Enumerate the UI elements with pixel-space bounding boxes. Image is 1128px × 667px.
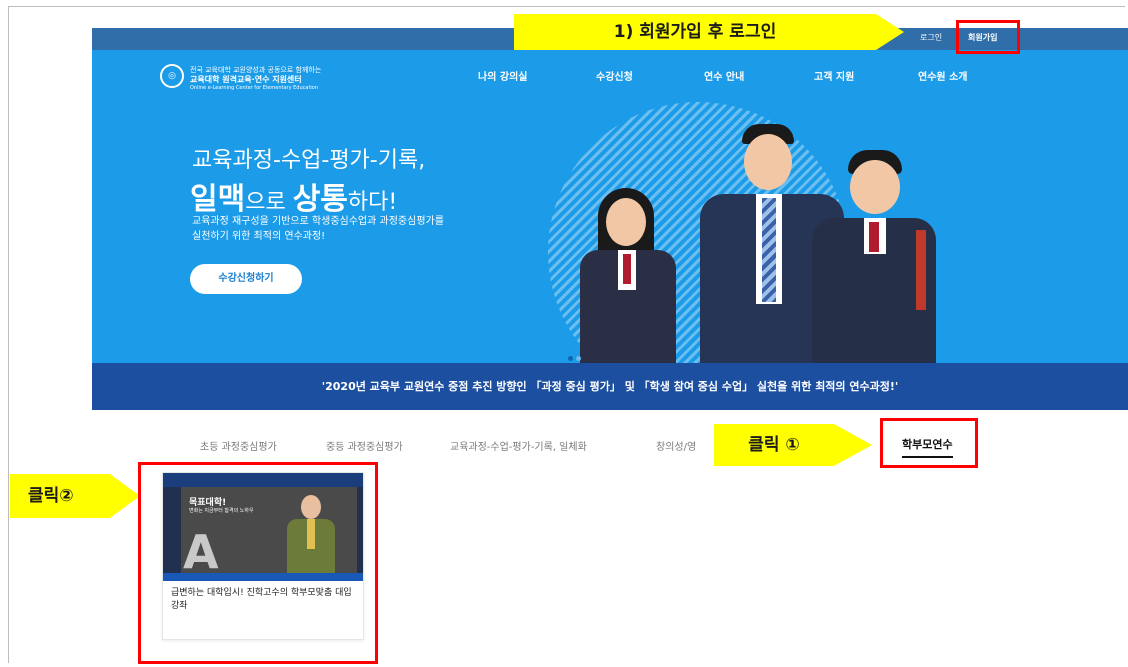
site-logo-text[interactable]: 전국 교육대학 교원양성과 공동으로 함께하는 교육대학 원격교육·연수 지원센… [190,66,321,93]
nav-my-classroom[interactable]: 나의 강의실 [478,68,527,83]
tab-elementary-assessment[interactable]: 초등 과정중심평가 [200,438,277,453]
parent-tab-highlight-box [880,418,978,468]
login-link[interactable]: 로그인 [920,32,942,43]
hero-banner-text: '2020년 교육부 교원연수 중점 추진 방향인 「과정 중심 평가」 및 「… [92,363,1128,410]
nav-enroll[interactable]: 수강신청 [596,68,633,83]
hero-photo-student-boy [804,150,944,364]
enroll-cta-button[interactable]: 수강신청하기 [190,264,302,294]
hero-title-line2: 일맥으로 상통하다! [190,182,398,217]
signup-highlight-box [956,20,1020,54]
click2-callout-arrow [110,474,140,518]
tab-secondary-assessment[interactable]: 중등 과정중심평가 [326,438,403,453]
hero-photo-student-girl [570,188,700,363]
tab-curriculum-integration[interactable]: 교육과정-수업-평가-기록, 일체화 [450,438,587,453]
site-hero-area: 로그인 회원가입 ◎ 전국 교육대학 교원양성과 공동으로 함께하는 교육대학 … [92,28,1128,410]
click1-callout-arrow [834,424,872,466]
carousel-dots[interactable] [568,346,588,361]
nav-support[interactable]: 고객 지원 [814,68,854,83]
step1-callout-arrow [876,14,904,50]
nav-about[interactable]: 연수원 소개 [918,68,967,83]
course-card-highlight-box [138,462,378,664]
click1-callout: 클릭 ① [714,424,834,466]
logo-english: Online e-Learning Center for Elementary … [190,85,319,91]
hero-subtitle: 교육과정 재구성을 기반으로 학생중심수업과 과정중심평가를 실천하기 위한 최… [192,216,444,242]
click2-callout: 클릭② [10,474,110,518]
logo-icon[interactable]: ◎ [160,64,184,88]
tab-creativity[interactable]: 창의성/영 [656,438,696,453]
hero-title-line1: 교육과정-수업-평가-기록, [192,148,426,173]
logo-title: 교육대학 원격교육·연수 지원센터 [190,75,302,84]
logo-tagline: 전국 교육대학 교원양성과 공동으로 함께하는 [190,66,322,74]
nav-training-info[interactable]: 연수 안내 [704,68,744,83]
step1-callout: 1) 회원가입 후 로그인 [514,14,876,50]
